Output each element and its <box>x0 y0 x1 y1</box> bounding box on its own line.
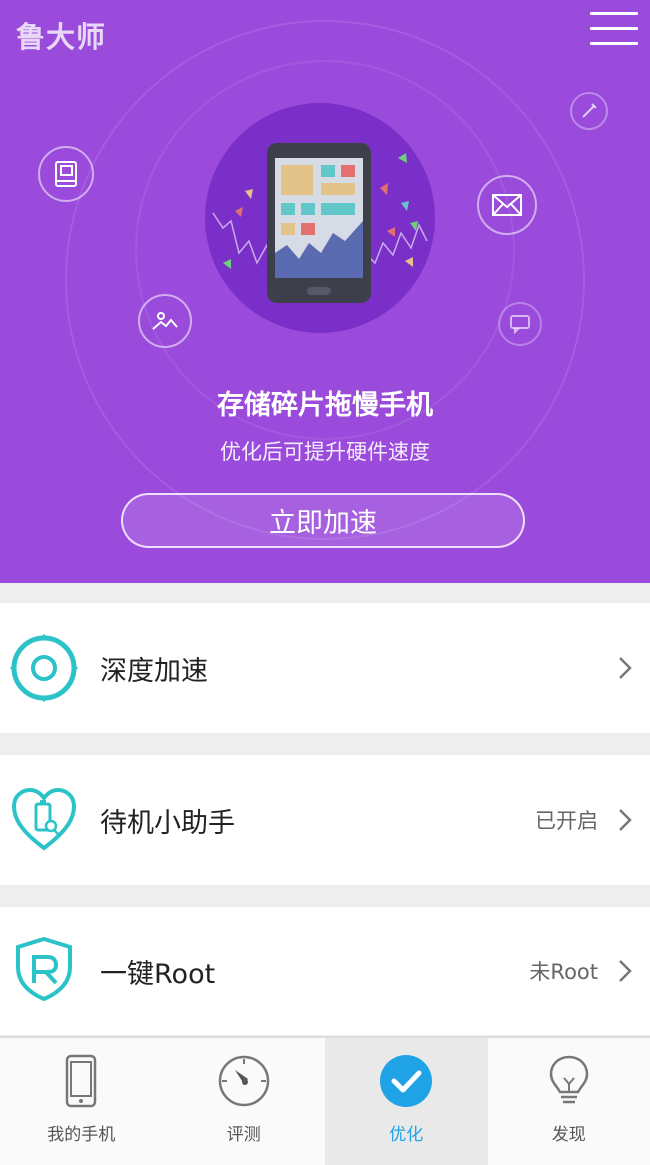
check-circle-icon <box>378 1053 434 1109</box>
chevron-right-icon <box>619 657 632 679</box>
lightbulb-icon <box>541 1053 597 1109</box>
list-item-status: 已开启 <box>535 809 598 833</box>
menu-icon-bar <box>590 12 638 15</box>
chevron-right-icon <box>619 960 632 982</box>
tab-my-phone[interactable]: 我的手机 <box>0 1038 163 1165</box>
menu-icon-bar <box>590 42 638 45</box>
list-item-title: 一键Root <box>100 958 216 990</box>
image-icon <box>138 294 192 348</box>
tab-label: 我的手机 <box>47 1125 116 1145</box>
tab-label: 发现 <box>551 1125 586 1145</box>
list-item-status: 未Root <box>529 960 598 984</box>
tab-label: 评测 <box>226 1125 261 1145</box>
boost-now-button[interactable]: 立即加速 <box>121 493 525 548</box>
tab-benchmark[interactable]: 评测 <box>163 1038 326 1165</box>
speed-ring-icon <box>10 634 78 702</box>
hero-title: 存储碎片拖慢手机 <box>217 390 433 421</box>
list-item-title: 深度加速 <box>100 655 208 687</box>
tab-label: 优化 <box>389 1125 424 1145</box>
phone-icon <box>53 1053 109 1109</box>
list-item-title: 待机小助手 <box>100 807 235 839</box>
list-item-one-click-root[interactable]: 一键Root 未Root <box>0 907 650 1035</box>
phone-illustration <box>205 103 435 333</box>
app-logo: 鲁大师 <box>16 20 107 54</box>
menu-icon-bar <box>590 27 638 30</box>
book-icon <box>38 146 94 202</box>
hero-subtitle: 优化后可提升硬件速度 <box>220 440 430 464</box>
bottom-tab-bar: 我的手机 评测 优化 发现 <box>0 1036 650 1165</box>
hero-banner: 鲁大师 存储碎片拖慢手机 优化后可提升硬件速度 立即加速 <box>0 0 650 583</box>
gauge-icon <box>216 1053 272 1109</box>
tab-optimize[interactable]: 优化 <box>325 1038 488 1165</box>
chevron-right-icon <box>619 809 632 831</box>
mail-icon <box>477 175 537 235</box>
tab-discover[interactable]: 发现 <box>488 1038 650 1165</box>
list-item-deep-boost[interactable]: 深度加速 <box>0 603 650 733</box>
chat-icon <box>498 302 542 346</box>
pencil-icon <box>570 92 608 130</box>
list-item-standby-helper[interactable]: 待机小助手 已开启 <box>0 755 650 885</box>
battery-heart-icon <box>10 786 78 854</box>
root-shield-icon <box>10 935 78 1003</box>
menu-button[interactable] <box>590 12 638 52</box>
